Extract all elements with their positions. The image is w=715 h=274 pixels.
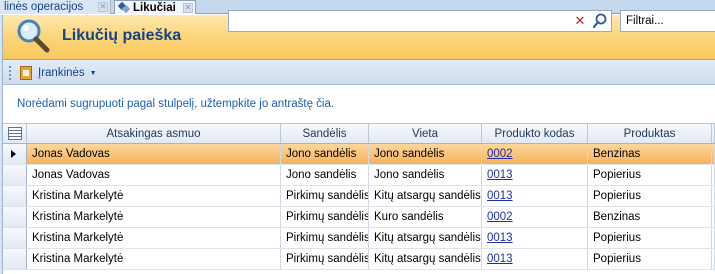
tools-label: Įrankinės: [38, 67, 85, 79]
cell-location[interactable]: Kuro sandėlis: [369, 207, 482, 227]
cell-warehouse[interactable]: Pirkimų sandėlis: [281, 186, 369, 206]
cell-location[interactable]: Kitų atsargų sandėlis: [369, 186, 482, 206]
cell-warehouse[interactable]: Pirkimų sandėlis: [281, 207, 369, 227]
cell-product-code[interactable]: 0013: [482, 228, 588, 248]
column-header-person[interactable]: Atsakingas asmuo: [27, 124, 281, 143]
cell-product[interactable]: Benzinas: [588, 144, 712, 164]
row-indicator[interactable]: [3, 165, 27, 185]
table-row[interactable]: Kristina Markelytė Pirkimų sandėlis Kitų…: [3, 249, 715, 270]
results-grid: Atsakingas asmuo Sandėlis Vieta Produkto…: [3, 123, 715, 274]
row-indicator[interactable]: [3, 144, 27, 164]
table-row[interactable]: Kristina Markelytė Pirkimų sandėlis Kitų…: [3, 186, 715, 207]
tab-likuciai-label: Likučiai: [133, 1, 176, 14]
column-header-location[interactable]: Vieta: [369, 124, 482, 143]
cell-person[interactable]: Kristina Markelytė: [27, 186, 281, 206]
search-input[interactable]: [228, 10, 612, 32]
row-indicator[interactable]: [3, 207, 27, 227]
product-code-link[interactable]: 0013: [487, 169, 513, 181]
cell-person[interactable]: Jonas Vadovas: [27, 144, 281, 164]
column-header-warehouse[interactable]: Sandėlis: [281, 124, 369, 143]
cell-person[interactable]: Kristina Markelytė: [27, 228, 281, 248]
tab-operations[interactable]: linės operacijos ✕: [0, 0, 111, 14]
cubes-icon: [117, 1, 131, 14]
close-icon[interactable]: ✕: [183, 3, 193, 13]
row-pointer-icon: [11, 150, 16, 158]
table-icon: [8, 127, 22, 140]
cell-product-code[interactable]: 0013: [482, 165, 588, 185]
notebook-icon: [20, 66, 32, 80]
product-code-link[interactable]: 0002: [487, 148, 513, 160]
table-row[interactable]: Kristina Markelytė Pirkimų sandėlis Kuro…: [3, 207, 715, 228]
row-indicator[interactable]: [3, 186, 27, 206]
product-code-link[interactable]: 0013: [487, 232, 513, 244]
cell-location[interactable]: Jono sandėlis: [369, 144, 482, 164]
row-indicator[interactable]: [3, 228, 27, 248]
column-header-product[interactable]: Produktas: [588, 124, 712, 143]
table-row[interactable]: Jonas Vadovas Jono sandėlis Jono sandėli…: [3, 144, 715, 165]
cell-product[interactable]: Benzinas: [588, 207, 712, 227]
cell-person[interactable]: Kristina Markelytė: [27, 207, 281, 227]
product-code-link[interactable]: 0013: [487, 190, 513, 202]
table-row[interactable]: Jonas Vadovas Jono sandėlis Jono sandėli…: [3, 165, 715, 186]
cell-product[interactable]: Popierius: [588, 186, 712, 206]
column-header-product-code[interactable]: Produkto kodas: [482, 124, 588, 143]
page-title: Likučių paieška: [62, 27, 182, 44]
cell-warehouse[interactable]: Pirkimų sandėlis: [281, 228, 369, 248]
row-indicator[interactable]: [3, 249, 27, 269]
cell-person[interactable]: Jonas Vadovas: [27, 165, 281, 185]
cell-product-code[interactable]: 0002: [482, 144, 588, 164]
product-code-link[interactable]: 0002: [487, 211, 513, 223]
magnifier-icon: [17, 19, 50, 53]
cell-warehouse[interactable]: Jono sandėlis: [281, 165, 369, 185]
chevron-down-icon: ▼: [89, 69, 97, 77]
cell-product[interactable]: Popierius: [588, 249, 712, 269]
group-hint-text: Norėdami sugrupuoti pagal stulpelį, užte…: [17, 98, 335, 110]
cell-product[interactable]: Popierius: [588, 228, 712, 248]
clear-search-icon[interactable]: ✕: [571, 12, 589, 30]
group-by-panel[interactable]: Norėdami sugrupuoti pagal stulpelį, užte…: [3, 86, 715, 123]
cell-person[interactable]: Kristina Markelytė: [27, 249, 281, 269]
toolbar-grip[interactable]: [9, 66, 11, 80]
cell-warehouse[interactable]: Pirkimų sandėlis: [281, 249, 369, 269]
cell-location[interactable]: Kitų atsargų sandėlis: [369, 249, 482, 269]
column-chooser-button[interactable]: [3, 124, 27, 143]
cell-product[interactable]: Popierius: [588, 165, 712, 185]
grid-header-row: Atsakingas asmuo Sandėlis Vieta Produkto…: [3, 123, 715, 144]
cell-product-code[interactable]: 0013: [482, 249, 588, 269]
tab-operations-label: linės operacijos: [4, 1, 84, 13]
cell-location[interactable]: Kitų atsargų sandėlis: [369, 228, 482, 248]
close-icon[interactable]: ✕: [98, 2, 108, 12]
tab-likuciai[interactable]: Likučiai ✕: [114, 0, 196, 14]
filter-select[interactable]: Filtrai...: [620, 10, 715, 32]
toolbar: Įrankinės ▼: [3, 60, 715, 85]
cell-warehouse[interactable]: Jono sandėlis: [281, 144, 369, 164]
product-code-link[interactable]: 0013: [487, 253, 513, 265]
cell-location[interactable]: Jono sandėlis: [369, 165, 482, 185]
cell-product-code[interactable]: 0013: [482, 186, 588, 206]
cell-product-code[interactable]: 0002: [482, 207, 588, 227]
search-icon[interactable]: [591, 12, 609, 30]
table-row[interactable]: Kristina Markelytė Pirkimų sandėlis Kitų…: [3, 228, 715, 249]
tools-dropdown-button[interactable]: Įrankinės ▼: [20, 64, 97, 82]
